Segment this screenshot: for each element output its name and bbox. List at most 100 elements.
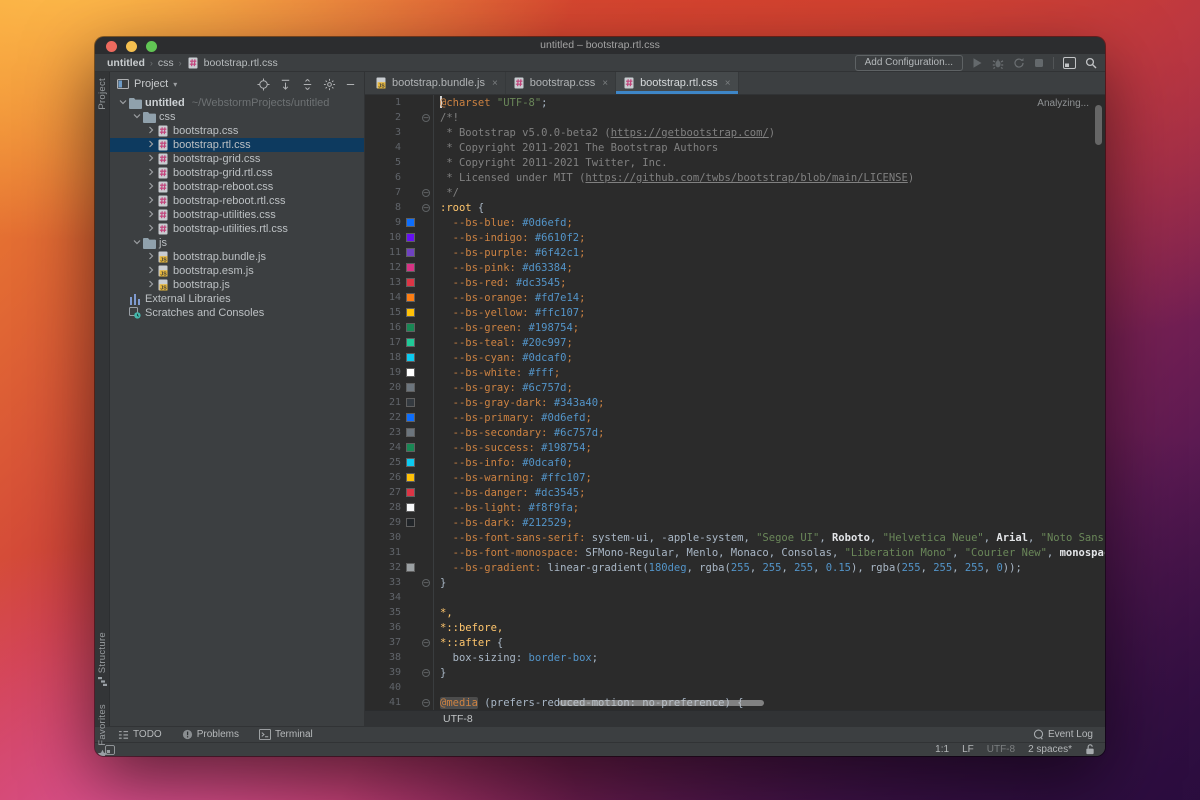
color-swatch[interactable] — [407, 429, 421, 436]
chevron-down-icon[interactable]: ▾ — [173, 80, 177, 89]
hide-icon[interactable] — [345, 79, 356, 90]
color-swatch[interactable] — [407, 444, 421, 451]
tree-item[interactable]: JSbootstrap.bundle.js — [110, 250, 364, 264]
tree-item[interactable]: JSbootstrap.js — [110, 278, 364, 292]
chevron-down-icon[interactable] — [116, 97, 129, 109]
code-line[interactable]: 39–} — [365, 665, 1105, 680]
fold-marker[interactable]: – — [421, 575, 434, 590]
color-swatch[interactable] — [407, 384, 421, 391]
code-line[interactable]: 3 * Bootstrap v5.0.0-beta2 (https://getb… — [365, 125, 1105, 140]
code-line[interactable]: 24 --bs-success: #198754; — [365, 440, 1105, 455]
stripe-structure[interactable]: Structure — [95, 632, 110, 687]
fold-marker[interactable]: – — [421, 200, 434, 215]
code-line[interactable]: 30 --bs-font-sans-serif: system-ui, -app… — [365, 530, 1105, 545]
code-line[interactable]: 28 --bs-light: #f8f9fa; — [365, 500, 1105, 515]
code-line[interactable]: 34 — [365, 590, 1105, 605]
scroll-to-source-icon[interactable] — [279, 78, 292, 91]
chevron-right-icon[interactable] — [144, 153, 157, 165]
chevron-right-icon[interactable] — [144, 125, 157, 137]
code-line[interactable]: 37–*::after { — [365, 635, 1105, 650]
search-everywhere-icon[interactable] — [1085, 57, 1097, 69]
code-line[interactable]: 13 --bs-red: #dc3545; — [365, 275, 1105, 290]
code-line[interactable]: 36*::before, — [365, 620, 1105, 635]
chevron-right-icon[interactable] — [144, 195, 157, 207]
status-item[interactable]: LF — [962, 744, 974, 755]
code-line[interactable]: 31 --bs-font-monospace: SFMono-Regular, … — [365, 545, 1105, 560]
code-line[interactable]: 9 --bs-blue: #0d6efd; — [365, 215, 1105, 230]
tree-item[interactable]: bootstrap-reboot.css — [110, 180, 364, 194]
color-swatch[interactable] — [407, 309, 421, 316]
code-line[interactable]: 4 * Copyright 2011-2021 The Bootstrap Au… — [365, 140, 1105, 155]
chevron-down-icon[interactable] — [130, 111, 143, 123]
breadcrumb-item[interactable]: css — [158, 57, 174, 69]
code-line[interactable]: 22 --bs-primary: #0d6efd; — [365, 410, 1105, 425]
tree-item[interactable]: untitled~/WebstormProjects/untitled — [110, 96, 364, 110]
editor-tab[interactable]: bootstrap.rtl.css× — [616, 72, 738, 94]
code-line[interactable]: 15 --bs-yellow: #ffc107; — [365, 305, 1105, 320]
chevron-down-icon[interactable] — [130, 237, 143, 249]
tree-item[interactable]: JSbootstrap.esm.js — [110, 264, 364, 278]
color-swatch[interactable] — [407, 339, 421, 346]
status-item[interactable]: UTF-8 — [987, 744, 1015, 755]
horizontal-scrollbar[interactable] — [559, 700, 764, 706]
color-swatch[interactable] — [407, 489, 421, 496]
code-line[interactable]: 35*, — [365, 605, 1105, 620]
settings-icon[interactable] — [323, 78, 336, 91]
tree-item[interactable]: bootstrap-grid.css — [110, 152, 364, 166]
tree-item[interactable]: Scratches and Consoles — [110, 306, 364, 320]
code-line[interactable]: 20 --bs-gray: #6c757d; — [365, 380, 1105, 395]
stripe-project[interactable]: Project — [95, 78, 110, 110]
code-line[interactable]: 25 --bs-info: #0dcaf0; — [365, 455, 1105, 470]
tree-item[interactable]: External Libraries — [110, 292, 364, 306]
color-swatch[interactable] — [407, 219, 421, 226]
color-swatch[interactable] — [407, 234, 421, 241]
code-line[interactable]: 29 --bs-dark: #212529; — [365, 515, 1105, 530]
code-line[interactable]: 23 --bs-secondary: #6c757d; — [365, 425, 1105, 440]
color-swatch[interactable] — [407, 459, 421, 466]
tool-window-button-terminal[interactable]: Terminal — [259, 729, 313, 740]
code-line[interactable]: 26 --bs-warning: #ffc107; — [365, 470, 1105, 485]
color-swatch[interactable] — [407, 249, 421, 256]
vertical-scrollbar[interactable] — [1095, 105, 1102, 145]
status-item[interactable]: 2 spaces* — [1028, 744, 1072, 755]
tree-item[interactable]: bootstrap.css — [110, 124, 364, 138]
code-line[interactable]: 16 --bs-green: #198754; — [365, 320, 1105, 335]
code-line[interactable]: 14 --bs-orange: #fd7e14; — [365, 290, 1105, 305]
locate-icon[interactable] — [257, 78, 270, 91]
code-line[interactable]: 21 --bs-gray-dark: #343a40; — [365, 395, 1105, 410]
fold-marker[interactable]: – — [421, 185, 434, 200]
code-line[interactable]: 19 --bs-white: #fff; — [365, 365, 1105, 380]
code-line[interactable]: 40 — [365, 680, 1105, 695]
breadcrumb-item[interactable]: untitled — [107, 57, 145, 69]
tab-close-icon[interactable]: × — [725, 78, 731, 89]
color-swatch[interactable] — [407, 354, 421, 361]
color-swatch[interactable] — [407, 264, 421, 271]
code-line[interactable]: 38 box-sizing: border-box; — [365, 650, 1105, 665]
tool-window-button-problems[interactable]: Problems — [182, 729, 239, 740]
event-log-button[interactable]: Event Log — [1033, 729, 1093, 740]
code-line[interactable]: 12 --bs-pink: #d63384; — [365, 260, 1105, 275]
chevron-right-icon[interactable] — [144, 209, 157, 221]
tree-item[interactable]: bootstrap-utilities.rtl.css — [110, 222, 364, 236]
tree-item-selected[interactable]: bootstrap.rtl.css — [110, 138, 364, 152]
code-line[interactable]: 18 --bs-cyan: #0dcaf0; — [365, 350, 1105, 365]
code-line[interactable]: 33–} — [365, 575, 1105, 590]
tree-item[interactable]: bootstrap-utilities.css — [110, 208, 364, 222]
code-line[interactable]: 32 --bs-gradient: linear-gradient(180deg… — [365, 560, 1105, 575]
stop-icon[interactable] — [1034, 58, 1044, 68]
chevron-right-icon[interactable] — [144, 167, 157, 179]
color-swatch[interactable] — [407, 279, 421, 286]
tab-close-icon[interactable]: × — [602, 78, 608, 89]
color-swatch[interactable] — [407, 294, 421, 301]
tool-windows-icon[interactable] — [1063, 57, 1076, 69]
fold-marker[interactable]: – — [421, 110, 434, 125]
code-line[interactable]: 27 --bs-danger: #dc3545; — [365, 485, 1105, 500]
tree-item[interactable]: bootstrap-grid.rtl.css — [110, 166, 364, 180]
collapse-all-icon[interactable] — [301, 78, 314, 91]
status-item[interactable]: 1:1 — [935, 744, 949, 755]
color-swatch[interactable] — [407, 399, 421, 406]
chevron-right-icon[interactable] — [144, 251, 157, 263]
color-swatch[interactable] — [407, 564, 421, 571]
editor-tab[interactable]: bootstrap.css× — [506, 72, 616, 94]
color-swatch[interactable] — [407, 414, 421, 421]
